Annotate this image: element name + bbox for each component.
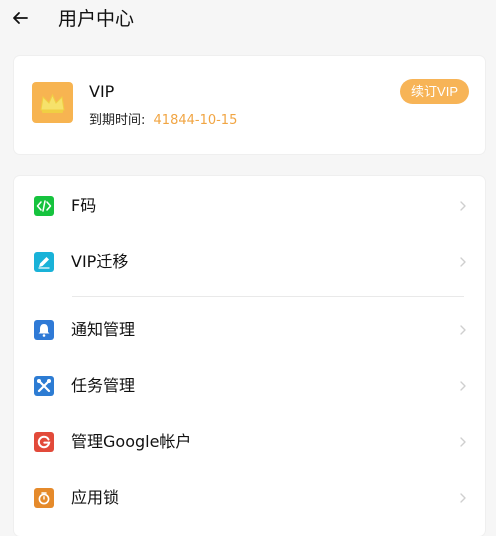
chevron-right-icon xyxy=(460,437,466,447)
edit-icon xyxy=(34,252,54,272)
chevron-right-icon xyxy=(460,493,466,503)
bell-icon xyxy=(34,320,54,340)
back-arrow-icon[interactable] xyxy=(10,8,30,28)
top-bar: 用户中心 xyxy=(0,0,496,40)
code-icon xyxy=(34,196,54,216)
menu-item-label: 应用锁 xyxy=(71,488,120,507)
menu-item-task-management[interactable]: 任务管理 xyxy=(14,358,485,414)
menu-item-f-code[interactable]: F码 xyxy=(14,178,485,234)
chevron-right-icon xyxy=(460,381,466,391)
menu-item-notification-management[interactable]: 通知管理 xyxy=(14,302,485,358)
vip-expire-row: 到期时间: 41844-10-15 xyxy=(89,113,237,129)
crown-icon xyxy=(40,93,65,113)
chevron-right-icon xyxy=(460,325,466,335)
menu-card: F码 VIP迁移 通知管理 任务管理 管理Google帐户 应用锁 xyxy=(14,176,485,536)
vip-crown-tile xyxy=(32,82,73,123)
menu-item-label: 任务管理 xyxy=(71,376,136,395)
google-icon xyxy=(34,432,54,452)
vip-title: VIP xyxy=(89,82,115,101)
lock-icon xyxy=(34,488,54,508)
chevron-right-icon xyxy=(460,257,466,267)
menu-item-label: F码 xyxy=(71,196,97,215)
menu-divider xyxy=(72,296,464,297)
renew-vip-button[interactable]: 续订VIP xyxy=(400,79,469,104)
menu-item-label: VIP迁移 xyxy=(71,252,129,271)
menu-item-label: 通知管理 xyxy=(71,320,136,339)
vip-card: VIP 到期时间: 41844-10-15 续订VIP xyxy=(14,56,485,154)
menu-item-app-lock[interactable]: 应用锁 xyxy=(14,470,485,526)
chevron-right-icon xyxy=(460,201,466,211)
menu-item-label: 管理Google帐户 xyxy=(71,432,192,451)
vip-expire-value: 41844-10-15 xyxy=(153,113,238,128)
page-title: 用户中心 xyxy=(58,8,135,30)
tools-icon xyxy=(34,376,54,396)
menu-item-google-account[interactable]: 管理Google帐户 xyxy=(14,414,485,470)
vip-expire-label: 到期时间: xyxy=(89,113,146,128)
menu-item-vip-migration[interactable]: VIP迁移 xyxy=(14,234,485,290)
